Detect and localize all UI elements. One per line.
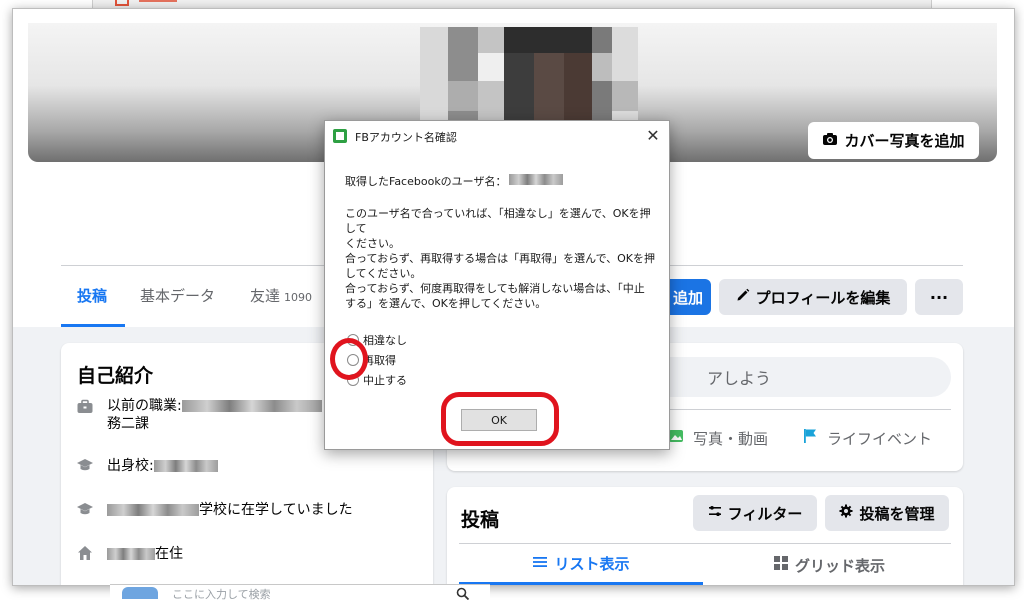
life-event-button[interactable]: ライフイベント: [801, 423, 932, 453]
taskbar-search-bar[interactable]: ここに入力して検索: [110, 584, 490, 600]
intro-school-text: 学校に在学していました: [107, 499, 353, 519]
briefcase-icon: [75, 397, 95, 417]
tab-friends[interactable]: 友達 1090: [250, 285, 312, 306]
active-tab-indicator: [61, 324, 125, 327]
graduation-cap-icon: [75, 455, 95, 475]
pencil-icon: [736, 288, 750, 306]
redacted-school-name: [107, 504, 199, 516]
flag-icon: [801, 427, 819, 449]
add-cover-photo-label: カバー写真を追加: [844, 132, 965, 150]
manage-posts-label: 投稿を管理: [859, 504, 935, 523]
tab-posts[interactable]: 投稿: [77, 285, 107, 306]
grid-view-tab[interactable]: グリッド表示: [707, 545, 951, 585]
list-icon: [532, 554, 548, 574]
grid-view-label: グリッド表示: [794, 556, 885, 575]
app-icon: [333, 129, 347, 143]
redacted-employer: [181, 400, 322, 412]
camera-icon: [822, 131, 838, 151]
job-suffix: 務二課: [107, 416, 149, 432]
filter-label: フィルター: [727, 504, 803, 523]
option-label: 中止する: [363, 374, 407, 387]
lives-suffix: 在住: [155, 546, 183, 562]
gear-icon: [839, 504, 853, 522]
screenshot-stage: カバー写真を追加 投稿 基本データ 友達 1090 追加 プロフィールを編集 ··…: [0, 0, 1024, 600]
more-options-button[interactable]: ···: [915, 279, 963, 315]
redacted-username: [509, 174, 563, 185]
redacted-city: [107, 548, 155, 560]
intro-hometown-row: 出身校:: [75, 455, 218, 475]
composer-placeholder: アしよう: [707, 369, 772, 388]
tab-friends-label: 友達: [250, 287, 281, 305]
intro-hometown-text: 出身校:: [107, 455, 218, 475]
highlight-circle-ok: [441, 392, 559, 446]
intro-school-row: 学校に在学していました: [75, 499, 353, 519]
list-view-label: リスト表示: [554, 555, 630, 573]
sliders-icon: [708, 504, 722, 522]
house-icon: [75, 543, 95, 563]
search-icon: [456, 586, 470, 600]
posts-card: 投稿 フィルター 投稿を管理 リスト表示 グリッド表示: [447, 487, 963, 585]
taskbar-search-placeholder: ここに入力して検索: [172, 588, 271, 600]
highlight-circle-reacquire: [330, 338, 368, 380]
filter-button[interactable]: フィルター: [693, 495, 817, 531]
posts-divider: [459, 543, 951, 544]
dialog-title: FBアカウント名確認: [355, 131, 457, 144]
intro-lives-row: 在住: [75, 543, 183, 563]
add-to-story-label: 追加: [672, 288, 703, 307]
grid-icon: [773, 555, 789, 575]
posts-title: 投稿: [461, 509, 500, 531]
tab-basic-data[interactable]: 基本データ: [140, 285, 215, 306]
dialog-instructions: このユーザ名で合っていれば、「相違なし」を選んで、OKを押して ください。 合っ…: [345, 207, 656, 310]
close-icon[interactable]: ✕: [643, 125, 663, 145]
redacted-school: [153, 460, 218, 472]
add-cover-photo-button[interactable]: カバー写真を追加: [808, 122, 979, 159]
composer-input[interactable]: アしよう: [627, 357, 951, 397]
dialog-titlebar[interactable]: FBアカウント名確認 ✕: [325, 121, 669, 149]
intro-lives-text: 在住: [107, 543, 183, 563]
hometown-prefix: 出身校:: [107, 458, 154, 474]
photo-video-label: 写真・動画: [693, 429, 769, 448]
graduation-cap-icon: [75, 499, 95, 519]
friends-count: 1090: [284, 291, 313, 304]
school-suffix: 学校に在学していました: [199, 502, 353, 518]
edit-profile-label: プロフィールを編集: [755, 288, 891, 307]
background-app-logo: [115, 0, 181, 8]
manage-posts-button[interactable]: 投稿を管理: [825, 495, 949, 531]
photo-video-button[interactable]: 写真・動画: [667, 423, 768, 453]
taskbar-app-icon: [122, 587, 158, 599]
life-event-label: ライフイベント: [827, 429, 933, 448]
username-label: 取得したFacebookのユーザ名：: [345, 175, 507, 188]
list-view-tab[interactable]: リスト表示: [459, 545, 703, 585]
job-prefix: 以前の職業:: [107, 398, 182, 414]
intro-title: 自己紹介: [77, 365, 154, 387]
option-label: 相違なし: [363, 334, 407, 347]
edit-profile-button[interactable]: プロフィールを編集: [719, 279, 907, 315]
